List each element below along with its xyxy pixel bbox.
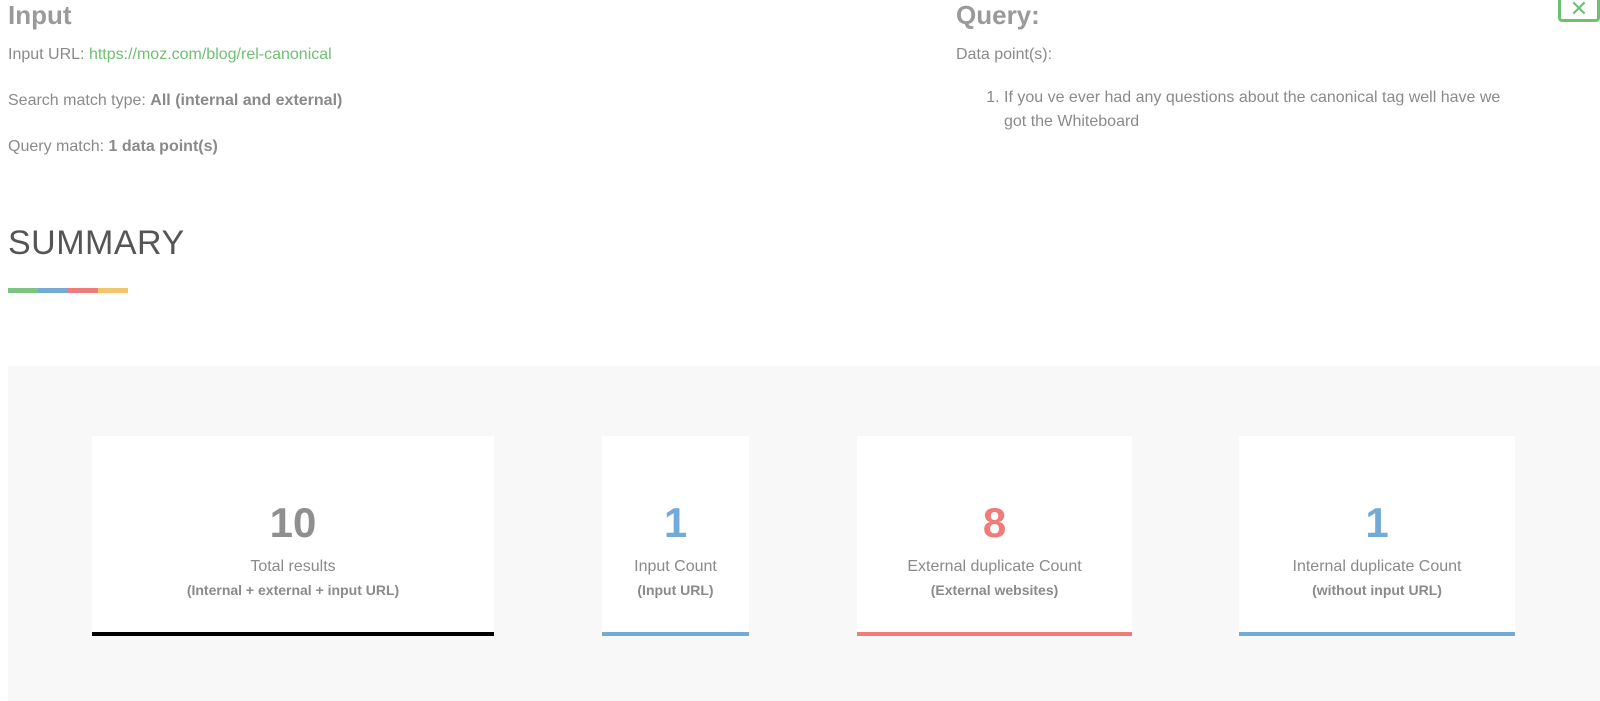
page: Input Input URL: https://moz.com/blog/re… <box>0 0 1600 701</box>
stat-value: 8 <box>982 499 1007 546</box>
query-match-value: 1 data point(s) <box>108 138 218 155</box>
stat-underline <box>602 632 749 636</box>
query-match-label: Query match: <box>8 138 109 155</box>
summary-color-bar <box>8 288 128 293</box>
stats-panel: 10 Total results (Internal + external + … <box>8 366 1600 701</box>
stat-card-total: 10 Total results (Internal + external + … <box>92 436 494 636</box>
stat-label: Input Count <box>634 558 717 575</box>
match-type-label: Search match type: <box>8 92 151 109</box>
stat-sublabel: (External websites) <box>930 582 1059 598</box>
summary-title: SUMMARY <box>8 224 185 262</box>
stat-value: 1 <box>1365 499 1389 546</box>
color-bar-segment <box>38 288 68 293</box>
input-url-line: Input URL: https://moz.com/blog/rel-cano… <box>8 46 332 64</box>
query-title: Query: <box>956 0 1040 30</box>
stat-underline <box>857 632 1132 636</box>
color-bar-segment <box>8 288 38 293</box>
export-icon[interactable]: ✕ <box>1558 0 1600 22</box>
color-bar-segment <box>98 288 128 293</box>
data-points-label: Data point(s): <box>956 46 1053 63</box>
list-item: If you ve ever had any questions about t… <box>1004 86 1504 134</box>
match-type-line: Search match type: All (internal and ext… <box>8 92 342 110</box>
stat-value: 1 <box>663 499 688 546</box>
query-match-line: Query match: 1 data point(s) <box>8 138 218 156</box>
stat-underline <box>1239 632 1515 636</box>
stat-label: External duplicate Count <box>907 558 1082 575</box>
query-list: If you ve ever had any questions about t… <box>956 86 1504 134</box>
input-url-label: Input URL: <box>8 46 89 63</box>
stat-sublabel: (Input URL) <box>637 582 714 598</box>
stat-card-input: 1 Input Count (Input URL) <box>602 436 749 636</box>
stat-card-internal: 1 Internal duplicate Count (without inpu… <box>1239 436 1515 636</box>
color-bar-segment <box>68 288 98 293</box>
stat-label: Total results <box>250 558 336 575</box>
stat-card-external: 8 External duplicate Count (External web… <box>857 436 1132 636</box>
stat-sublabel: (Internal + external + input URL) <box>186 582 400 598</box>
match-type-value: All (internal and external) <box>150 92 343 109</box>
stat-underline <box>92 632 494 636</box>
stat-sublabel: (without input URL) <box>1312 582 1442 598</box>
input-url-link[interactable]: https://moz.com/blog/rel-canonical <box>89 46 332 63</box>
stat-value: 10 <box>269 499 317 546</box>
input-title: Input <box>8 0 72 30</box>
stat-label: Internal duplicate Count <box>1292 558 1462 575</box>
